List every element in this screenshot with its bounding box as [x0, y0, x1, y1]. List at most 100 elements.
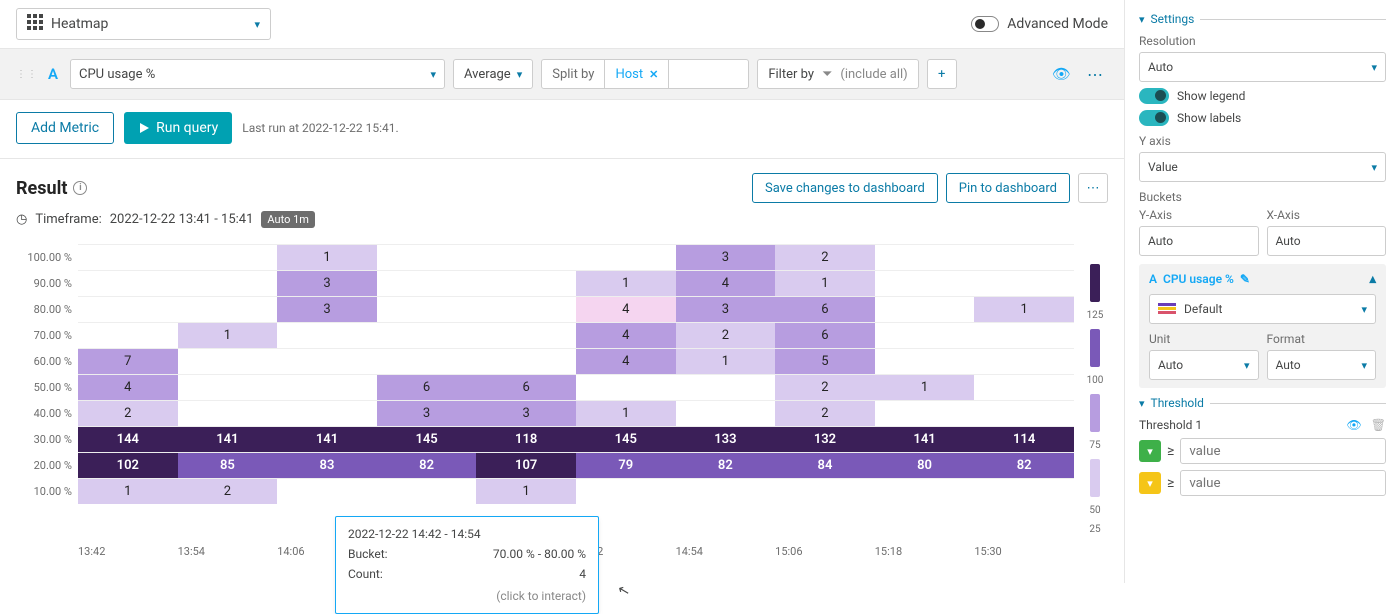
heatmap-cell[interactable] — [78, 244, 178, 270]
heatmap-cell[interactable]: 2 — [78, 400, 178, 426]
heatmap-cell[interactable] — [377, 478, 477, 504]
heatmap-cell[interactable] — [476, 270, 576, 296]
heatmap-cell[interactable]: 6 — [377, 374, 477, 400]
heatmap-cell[interactable] — [377, 270, 477, 296]
heatmap-cell[interactable]: 5 — [775, 348, 875, 374]
bucket-y-input[interactable]: Auto — [1139, 226, 1259, 256]
edit-icon[interactable]: ✎ — [1240, 272, 1250, 286]
heatmap-cell[interactable] — [377, 348, 477, 374]
advanced-mode-toggle[interactable] — [971, 16, 999, 32]
heatmap-cell[interactable] — [178, 296, 278, 322]
trash-icon[interactable]: 🗑 — [1371, 418, 1386, 432]
heatmap-cell[interactable]: 82 — [377, 452, 477, 478]
heatmap-cell[interactable]: 132 — [775, 426, 875, 452]
unit-select[interactable]: Auto — [1149, 350, 1259, 380]
heatmap-cell[interactable]: 1 — [277, 244, 377, 270]
add-filter-button[interactable]: + — [927, 59, 957, 89]
heatmap-cell[interactable]: 3 — [676, 244, 776, 270]
heatmap-cell[interactable]: 1 — [974, 296, 1074, 322]
heatmap-cell[interactable] — [974, 478, 1074, 504]
threshold-color-1[interactable] — [1139, 440, 1161, 462]
heatmap-cell[interactable]: 2 — [775, 244, 875, 270]
threshold-op-2[interactable]: ≥ — [1167, 475, 1174, 491]
heatmap-cell[interactable] — [576, 244, 676, 270]
heatmap-cell[interactable] — [775, 478, 875, 504]
heatmap-cell[interactable]: 4 — [676, 270, 776, 296]
heatmap-cell[interactable] — [377, 296, 477, 322]
heatmap-cell[interactable]: 1 — [676, 348, 776, 374]
settings-section-toggle[interactable]: Settings — [1139, 12, 1386, 26]
heatmap-cell[interactable] — [676, 478, 776, 504]
heatmap-cell[interactable]: 79 — [576, 452, 676, 478]
heatmap-cell[interactable] — [476, 322, 576, 348]
heatmap-cell[interactable]: 1 — [178, 322, 278, 348]
heatmap-cell[interactable]: 82 — [974, 452, 1074, 478]
heatmap-cell[interactable]: 3 — [277, 270, 377, 296]
heatmap-cell[interactable] — [974, 400, 1074, 426]
metric-select[interactable]: CPU usage % — [70, 59, 445, 89]
chevron-up-icon[interactable] — [1369, 272, 1376, 287]
heatmap-cell[interactable]: 2 — [775, 400, 875, 426]
aggregation-select[interactable]: Average — [453, 59, 533, 89]
heatmap-cell[interactable]: 2 — [775, 374, 875, 400]
heatmap-cell[interactable]: 7 — [78, 348, 178, 374]
heatmap-cell[interactable]: 118 — [476, 426, 576, 452]
color-scheme-select[interactable]: Default — [1149, 294, 1376, 324]
heatmap-cell[interactable]: 1 — [476, 478, 576, 504]
heatmap-chart[interactable]: 100.00 %90.00 %80.00 %70.00 %60.00 %50.0… — [0, 238, 1124, 545]
heatmap-cell[interactable]: 133 — [676, 426, 776, 452]
heatmap-cell[interactable]: 3 — [277, 296, 377, 322]
more-options-icon[interactable]: ⋯ — [1083, 65, 1108, 84]
heatmap-cell[interactable]: 85 — [178, 452, 278, 478]
heatmap-cell[interactable] — [476, 348, 576, 374]
drag-handle-icon[interactable]: ⋮⋮ — [16, 69, 38, 80]
split-by-input[interactable]: Split by Host ✕ — [541, 59, 749, 89]
heatmap-cell[interactable]: 80 — [875, 452, 975, 478]
heatmap-cell[interactable] — [576, 374, 676, 400]
heatmap-cell[interactable] — [178, 374, 278, 400]
heatmap-cell[interactable] — [78, 296, 178, 322]
pin-to-dashboard-button[interactable]: Pin to dashboard — [946, 173, 1070, 203]
threshold-color-2[interactable] — [1139, 472, 1161, 494]
threshold-op-1[interactable]: ≥ — [1167, 443, 1174, 459]
show-legend-toggle[interactable] — [1139, 88, 1169, 104]
heatmap-cell[interactable]: 141 — [875, 426, 975, 452]
heatmap-cell[interactable] — [576, 478, 676, 504]
heatmap-cell[interactable]: 4 — [576, 322, 676, 348]
heatmap-cell[interactable]: 1 — [875, 374, 975, 400]
threshold-visibility-icon[interactable]: 👁 — [1347, 418, 1362, 432]
heatmap-cell[interactable]: 6 — [476, 374, 576, 400]
heatmap-cell[interactable]: 3 — [377, 400, 477, 426]
heatmap-cell[interactable]: 4 — [576, 296, 676, 322]
resolution-select[interactable]: Auto — [1139, 52, 1386, 82]
heatmap-cell[interactable] — [875, 244, 975, 270]
heatmap-cell[interactable] — [277, 400, 377, 426]
heatmap-cell[interactable]: 82 — [676, 452, 776, 478]
heatmap-cell[interactable]: 2 — [676, 322, 776, 348]
run-query-button[interactable]: Run query — [124, 112, 232, 144]
heatmap-cell[interactable] — [78, 322, 178, 348]
heatmap-cell[interactable]: 1 — [775, 270, 875, 296]
heatmap-cell[interactable] — [178, 270, 278, 296]
heatmap-cell[interactable]: 6 — [775, 322, 875, 348]
heatmap-cell[interactable]: 1 — [576, 400, 676, 426]
heatmap-cell[interactable] — [974, 244, 1074, 270]
heatmap-cell[interactable]: 2 — [178, 478, 278, 504]
heatmap-cell[interactable] — [875, 400, 975, 426]
visibility-icon[interactable]: 👁 — [1052, 65, 1071, 83]
heatmap-cell[interactable] — [974, 374, 1074, 400]
heatmap-cell[interactable]: 141 — [277, 426, 377, 452]
remove-tag-icon[interactable]: ✕ — [649, 68, 658, 81]
heatmap-cell[interactable]: 144 — [78, 426, 178, 452]
bucket-x-input[interactable]: Auto — [1267, 226, 1387, 256]
heatmap-cell[interactable]: 4 — [576, 348, 676, 374]
threshold-section-toggle[interactable]: Threshold — [1139, 396, 1386, 410]
show-labels-toggle[interactable] — [1139, 110, 1169, 126]
heatmap-cell[interactable] — [875, 348, 975, 374]
threshold-value-1[interactable] — [1180, 438, 1386, 464]
heatmap-cell[interactable] — [277, 348, 377, 374]
heatmap-cell[interactable] — [676, 374, 776, 400]
heatmap-cell[interactable] — [875, 270, 975, 296]
heatmap-cell[interactable] — [377, 244, 477, 270]
heatmap-cell[interactable] — [277, 374, 377, 400]
